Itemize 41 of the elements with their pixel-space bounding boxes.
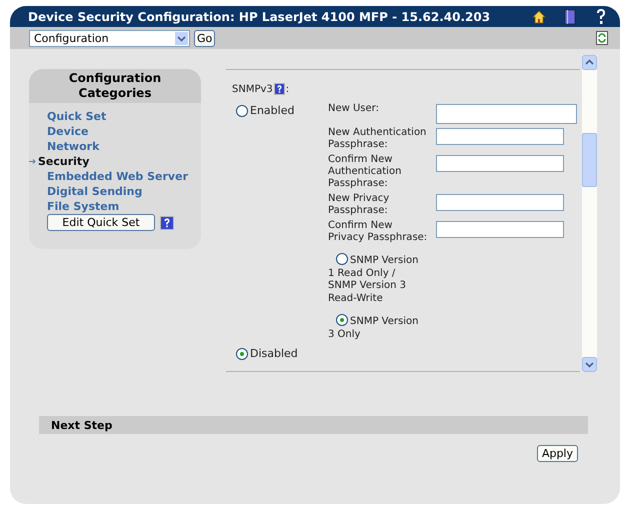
apply-button[interactable]: Apply bbox=[536, 445, 578, 462]
input-field[interactable] bbox=[436, 104, 577, 124]
window-title: Device Security Configuration: HP LaserJet 4100 MFP - 15.62.40.203 bbox=[28, 10, 492, 24]
field-label: New Authentication Passphrase: bbox=[328, 127, 428, 151]
page-dropdown[interactable]: Configuration bbox=[29, 30, 190, 46]
version-radio[interactable]: SNMP Version 3 Only bbox=[328, 314, 424, 341]
enabled-radio[interactable]: Enabled bbox=[226, 103, 328, 118]
go-button[interactable]: Go bbox=[194, 30, 216, 46]
field-label: New Privacy Passphrase: bbox=[328, 193, 390, 217]
category-link[interactable]: Digital Sending bbox=[47, 185, 142, 198]
next-step-heading: Next Step bbox=[51, 418, 112, 432]
scroll-down-icon[interactable] bbox=[582, 357, 597, 372]
help-icon[interactable] bbox=[274, 83, 285, 95]
input-field[interactable] bbox=[436, 155, 564, 172]
category-link[interactable]: Device bbox=[47, 125, 89, 138]
category-link[interactable]: Embedded Web Server bbox=[47, 170, 188, 183]
field-label: Confirm New Authentication Passphrase: bbox=[328, 154, 402, 190]
help-icon[interactable] bbox=[160, 216, 174, 230]
arrow-icon bbox=[29, 159, 36, 164]
version-radio[interactable]: SNMP Version 1 Read Only / SNMP Version 3 Read-Write bbox=[328, 253, 424, 305]
input-field[interactable] bbox=[436, 194, 564, 211]
snmpv3-label: SNMPv3 bbox=[232, 84, 273, 94]
sidebar-heading: Configuration Categories bbox=[29, 69, 201, 103]
edit-quick-set-button[interactable]: Edit Quick Set bbox=[47, 214, 155, 231]
scroll-thumb[interactable] bbox=[582, 133, 597, 187]
help-icon[interactable] bbox=[594, 8, 608, 26]
colon-text: : bbox=[286, 84, 290, 94]
book-icon[interactable] bbox=[564, 8, 576, 24]
scrollbar-track[interactable] bbox=[582, 55, 597, 372]
caret-icon bbox=[175, 32, 188, 44]
category-link[interactable]: File System bbox=[47, 200, 120, 213]
category-link[interactable]: Quick Set bbox=[47, 110, 106, 123]
home-icon[interactable] bbox=[532, 10, 546, 24]
scroll-up-icon[interactable] bbox=[582, 55, 597, 70]
category-link[interactable]: Security bbox=[38, 155, 90, 168]
field-label: Confirm New Privacy Passphrase: bbox=[328, 220, 428, 244]
refresh-icon[interactable] bbox=[596, 31, 608, 45]
input-field[interactable] bbox=[436, 128, 564, 145]
field-label: New User: bbox=[328, 103, 380, 115]
input-field[interactable] bbox=[436, 221, 564, 238]
category-link[interactable]: Network bbox=[47, 140, 100, 153]
